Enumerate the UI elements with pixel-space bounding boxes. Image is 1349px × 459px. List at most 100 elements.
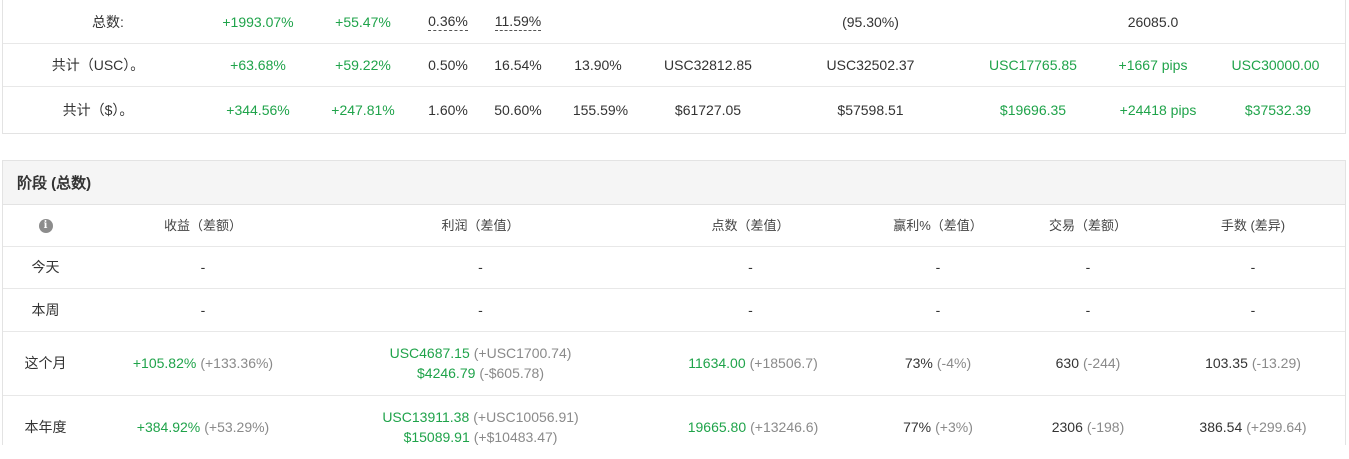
trades-diff: (-244): [1083, 355, 1121, 371]
daily-value[interactable]: 0.36%: [428, 13, 468, 31]
highest-value: USC17765.85: [989, 56, 1077, 73]
abs-gain-value: +247.81%: [331, 101, 395, 118]
equity-value: $57598.51: [837, 101, 904, 118]
table-row: 本年度 +384.92% (+53.29%) USC13911.38 (+USC10…: [3, 395, 1345, 459]
win-value: 73%: [904, 355, 933, 371]
lots-diff: (+299.64): [1246, 419, 1307, 435]
period-label: 本周: [31, 301, 60, 318]
trades-cell: -: [1085, 259, 1091, 275]
header-lots[interactable]: 手数 (差异): [1183, 205, 1323, 246]
interest-value: $37532.39: [1244, 101, 1312, 118]
gain-diff: (+133.36%): [200, 355, 274, 371]
header-profit[interactable]: 利润（差值）: [383, 205, 578, 246]
profit-cell: USC13911.38 (+USC10056.91) $15089.91 (+$10…: [363, 395, 598, 459]
monthly-value-tooltip[interactable]: 11.59%: [483, 0, 553, 43]
abs-gain-value: +59.22%: [335, 56, 391, 73]
lots-cell: -: [1250, 301, 1256, 318]
trades-cell: 630 (-244): [1023, 331, 1153, 395]
win-cell: -: [935, 259, 941, 275]
header-gain[interactable]: 收益（差额）: [123, 205, 283, 246]
win-cell: 77% (+3%): [868, 395, 1008, 459]
profit-usc-value: USC13911.38: [382, 409, 470, 425]
profit-usc-value: USC4687.15: [389, 345, 470, 361]
equity-value: (95.30%): [842, 13, 899, 30]
pips-cell: 19665.80 (+13246.6): [658, 395, 848, 459]
header-pips[interactable]: 点数（差值）: [668, 205, 833, 246]
pips-cell: -: [748, 301, 753, 318]
profit-usd-diff: (-$605.78): [479, 365, 544, 381]
gain-value: +1993.07%: [222, 13, 294, 30]
pips-cell: -: [748, 259, 753, 275]
profit-cell: -: [478, 301, 483, 318]
profit-cell: USC4687.15 (+USC1700.74) $4246.79 (-$605.7…: [363, 331, 598, 395]
trades-cell: 2306 (-198): [1023, 395, 1153, 459]
profit-value: 26085.0: [1127, 13, 1179, 30]
pips-diff: (+18506.7): [749, 355, 818, 371]
summary-row-usc: 共计（USC）。 +63.68% +59.22% 0.50% 16.54% 13…: [3, 43, 1345, 87]
monthly-value: 16.54%: [494, 56, 542, 73]
trades-diff: (-198): [1086, 419, 1125, 435]
win-diff: (-4%): [936, 355, 972, 371]
gain-cell: -: [200, 301, 206, 318]
trades-value: 2306: [1051, 419, 1083, 435]
summary-table: 总数: +1993.07% +55.47% 0.36% 11.59% (95.3…: [2, 0, 1346, 134]
header-win[interactable]: 赢利%（差值）: [868, 205, 1008, 246]
pips-cell: 11634.00 (+18506.7): [658, 331, 848, 395]
trades-cell: -: [1085, 301, 1091, 318]
profit-pips-value: +1667 pips: [1118, 56, 1188, 73]
gain-cell: +384.92% (+53.29%): [113, 395, 293, 459]
win-value: 77%: [903, 419, 932, 435]
profit-usc-diff: (+USC1700.74): [473, 345, 572, 361]
pips-diff: (+13246.6): [750, 419, 819, 435]
info-icon[interactable]: i: [38, 218, 53, 233]
row-label: 共计（USC）。: [51, 56, 145, 73]
lots-cell: 386.54 (+299.64): [1178, 395, 1328, 459]
highest-value: $19696.35: [999, 101, 1067, 118]
balance-value: USC32812.85: [664, 56, 752, 73]
lots-cell: -: [1250, 259, 1256, 275]
profit-usd-value: $4246.79: [417, 365, 476, 381]
row-label: 总数:: [92, 13, 124, 30]
period-label: 这个月: [24, 355, 67, 371]
gain-value: +384.92%: [136, 419, 201, 435]
period-section-title: 阶段 (总数): [2, 160, 1346, 205]
period-table: i 收益（差额） 利润（差值） 点数（差值） 赢利%（差值） 交易（差额） 手数…: [2, 205, 1346, 445]
daily-value-tooltip[interactable]: 0.36%: [413, 0, 483, 43]
profit-cell: -: [478, 259, 483, 275]
daily-value: 1.60%: [428, 101, 468, 118]
balance-value: $61727.05: [674, 101, 742, 118]
pips-value: 19665.80: [687, 419, 747, 435]
drawdown-value: 13.90%: [574, 56, 622, 73]
info-cell: i: [3, 205, 88, 246]
daily-value: 0.50%: [428, 56, 468, 73]
header-trades[interactable]: 交易（差额）: [1023, 205, 1153, 246]
gain-value: +344.56%: [226, 101, 290, 118]
gain-value: +63.68%: [230, 56, 286, 73]
profit-usd-diff: (+$10483.47): [473, 429, 558, 445]
win-cell: 73% (-4%): [868, 331, 1008, 395]
table-row: 今天 - - - - - -: [3, 246, 1345, 289]
profit-usd-value: $15089.91: [403, 429, 470, 445]
drawdown-value: 155.59%: [572, 101, 629, 118]
pips-value: 11634.00: [688, 355, 746, 371]
period-header-row: i 收益（差额） 利润（差值） 点数（差值） 赢利%（差值） 交易（差额） 手数…: [3, 205, 1345, 247]
monthly-value[interactable]: 11.59%: [494, 13, 542, 31]
table-row: 这个月 +105.82% (+133.36%) USC4687.15 (+USC17…: [3, 331, 1345, 396]
summary-row-usd: 共计（$）。 +344.56% +247.81% 1.60% 50.60% 15…: [3, 86, 1345, 133]
win-cell: -: [935, 301, 941, 318]
lots-diff: (-13.29): [1251, 355, 1301, 371]
profit-pips-value: +24418 pips: [1119, 101, 1197, 118]
lots-value: 103.35: [1205, 355, 1248, 371]
period-label: 本年度: [24, 419, 67, 435]
equity-value: USC32502.37: [826, 56, 915, 73]
monthly-value: 50.60%: [494, 101, 542, 118]
gain-cell: -: [200, 259, 206, 275]
table-row: 本周 - - - - - -: [3, 288, 1345, 332]
abs-gain-value: +55.47%: [335, 13, 391, 30]
gain-value: +105.82%: [132, 355, 197, 371]
profit-usc-diff: (+USC10056.91): [473, 409, 579, 425]
period-label: 今天: [31, 259, 60, 275]
row-label: 共计（$）。: [62, 101, 134, 118]
gain-cell: +105.82% (+133.36%): [113, 331, 293, 395]
lots-cell: 103.35 (-13.29): [1178, 331, 1328, 395]
